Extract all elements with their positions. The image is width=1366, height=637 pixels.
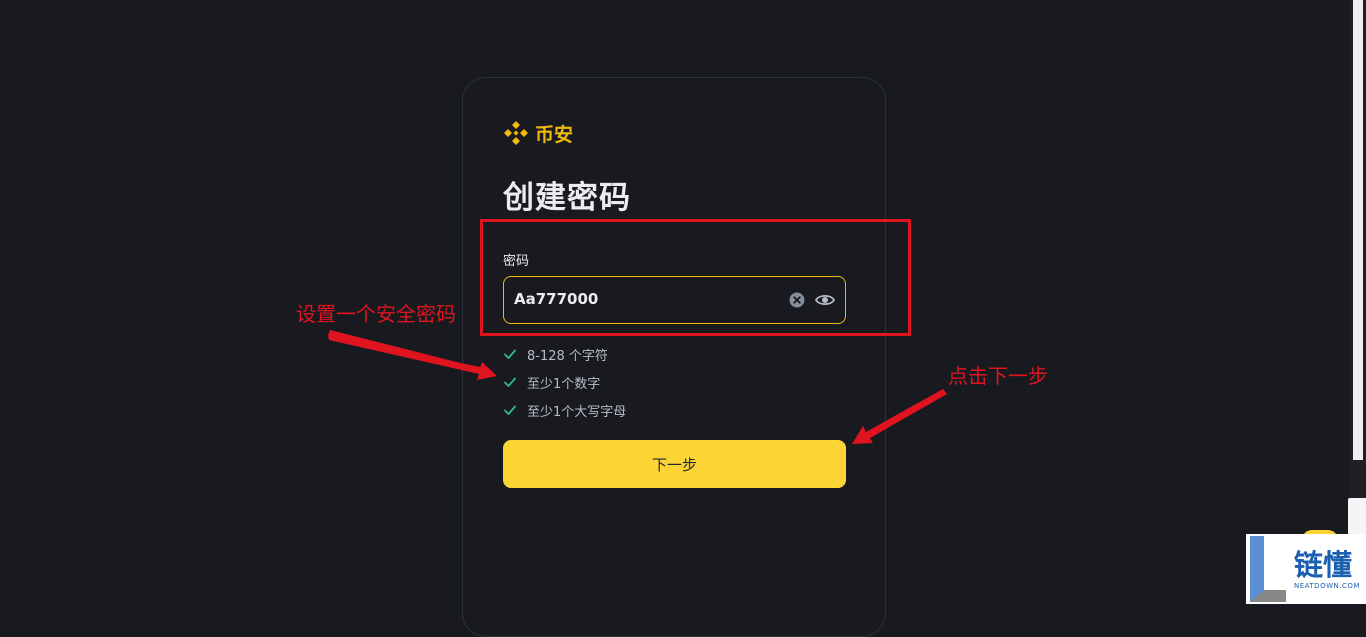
watermark-cn: 链懂 [1294, 548, 1353, 582]
watermark: 链懂 NEATDOWN.COM [1246, 534, 1366, 604]
annotation-arrow-icon [328, 330, 497, 380]
watermark-en: NEATDOWN.COM [1294, 582, 1360, 590]
watermark-logo-icon [1250, 536, 1286, 602]
annotation-arrows [328, 330, 947, 444]
annotation-arrow-icon [852, 389, 947, 444]
